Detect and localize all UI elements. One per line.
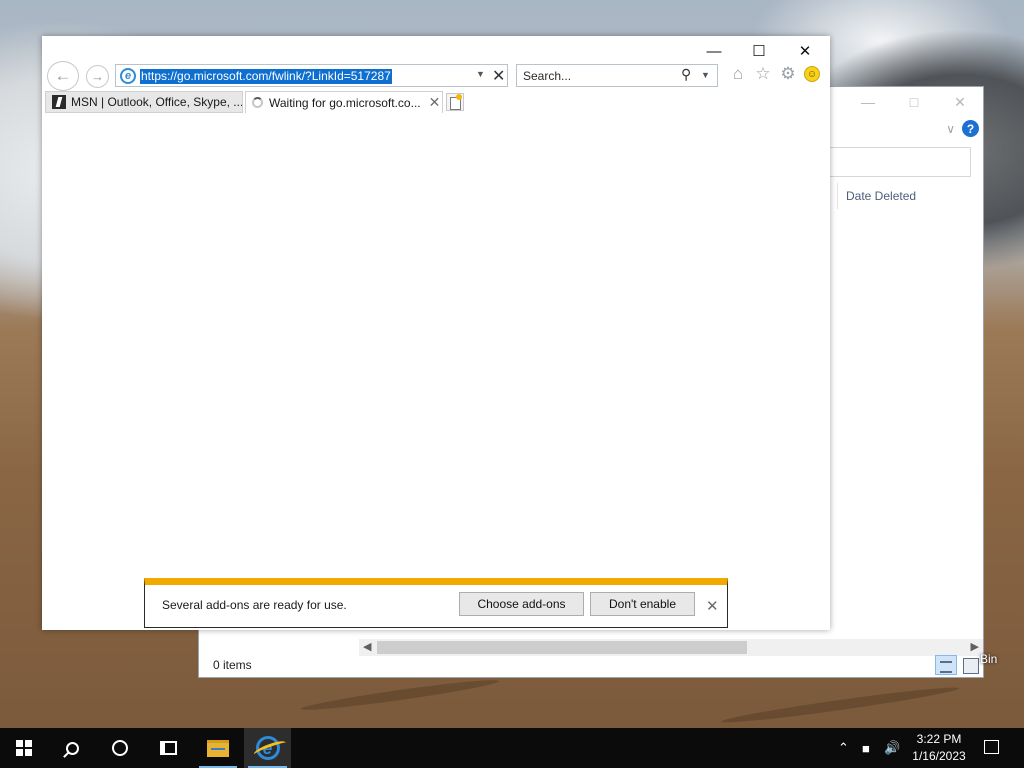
scroll-right-icon[interactable]: ▶ (971, 640, 979, 653)
home-icon[interactable]: ⌂ (727, 63, 749, 85)
wallpaper-detail (300, 676, 500, 714)
close-icon[interactable]: ✕ (937, 87, 983, 117)
new-tab-button[interactable] (446, 93, 464, 111)
internet-explorer-icon: e (255, 736, 280, 760)
folder-icon (207, 739, 229, 757)
file-explorer-taskbar-button[interactable] (195, 728, 241, 768)
close-tab-icon[interactable]: ✕ (429, 94, 441, 111)
search-placeholder[interactable]: Search... (523, 69, 571, 83)
clock[interactable]: 3:22 PM 1/16/2023 (906, 731, 972, 765)
details-view-icon[interactable] (935, 655, 957, 675)
maximize-icon[interactable]: □ (891, 87, 937, 117)
explorer-search-box[interactable] (829, 147, 971, 177)
volume-icon[interactable]: 🔊 (884, 728, 902, 768)
address-bar[interactable]: e https://go.microsoft.com/fwlink/?LinkI… (115, 64, 508, 87)
windows-logo-icon (16, 740, 32, 756)
choose-addons-button[interactable]: Choose add-ons (459, 592, 584, 616)
cortana-circle-icon (112, 740, 128, 756)
clock-time: 3:22 PM (916, 732, 962, 746)
page-content[interactable] (42, 113, 830, 630)
navigation-bar: ← → e https://go.microsoft.com/fwlink/?L… (42, 61, 830, 91)
search-icon[interactable]: ⚲ (681, 66, 691, 83)
tab-bar: MSN | Outlook, Office, Skype, ... Waitin… (42, 91, 830, 113)
column-header-date-deleted[interactable]: Date Deleted (837, 183, 977, 209)
gear-icon[interactable]: ⚙ (777, 63, 799, 85)
feedback-smiley-icon[interactable]: ☺ (804, 66, 820, 82)
show-hidden-icons-chevron-up-icon[interactable]: ⌃ (838, 728, 854, 768)
close-icon[interactable]: ✕ (706, 597, 719, 615)
addons-notification-bar: Several add-ons are ready for use. Choos… (144, 578, 728, 628)
internet-explorer-window[interactable]: — ☐ ✕ ← → e https://go.microsoft.com/fwl… (42, 36, 830, 630)
scroll-left-icon[interactable]: ◀ (363, 640, 371, 653)
msn-favicon-icon (52, 95, 66, 109)
start-button[interactable] (0, 728, 48, 768)
dont-enable-button[interactable]: Don't enable (590, 592, 695, 616)
tab-msn[interactable]: MSN | Outlook, Office, Skype, ... (45, 91, 243, 113)
large-icons-view-icon[interactable] (963, 658, 979, 674)
help-icon[interactable]: ? (962, 120, 979, 137)
loading-spinner-icon (252, 97, 263, 108)
favorites-star-icon[interactable]: ☆ (752, 63, 774, 85)
explorer-window-controls: — □ ✕ (845, 87, 983, 117)
back-button[interactable]: ← (47, 61, 79, 91)
address-dropdown-icon[interactable]: ▼ (476, 69, 485, 79)
stop-icon[interactable]: ✕ (492, 66, 505, 86)
search-dropdown-icon[interactable]: ▼ (701, 70, 710, 80)
ie-page-icon: e (120, 68, 136, 84)
cortana-button[interactable] (96, 728, 144, 768)
minimize-icon[interactable]: — (845, 87, 891, 117)
task-view-icon (159, 741, 177, 755)
taskbar: e ⌃ ■ 🔊 3:22 PM 1/16/2023 (0, 728, 1024, 768)
notification-message: Several add-ons are ready for use. (162, 598, 347, 612)
internet-explorer-taskbar-button[interactable]: e (244, 728, 291, 768)
chevron-down-icon[interactable]: ∨ (946, 122, 955, 136)
status-bar: 0 items (199, 653, 983, 677)
search-button[interactable] (48, 728, 96, 768)
tab-loading[interactable]: Waiting for go.microsoft.co... ✕ (245, 91, 443, 113)
task-view-button[interactable] (144, 728, 192, 768)
network-icon[interactable]: ■ (862, 728, 880, 768)
clock-date: 1/16/2023 (912, 749, 966, 763)
tab-label: Waiting for go.microsoft.co... (269, 95, 421, 110)
wallpaper-detail (720, 683, 960, 727)
recycle-bin-desktop-label[interactable]: Bin (980, 652, 997, 666)
action-center-icon[interactable] (984, 740, 999, 754)
search-box[interactable]: Search... ⚲ ▼ (516, 64, 718, 87)
forward-button[interactable]: → (86, 65, 109, 88)
item-count: 0 items (213, 658, 252, 672)
address-url[interactable]: https://go.microsoft.com/fwlink/?LinkId=… (140, 69, 392, 84)
search-icon (65, 741, 79, 755)
tab-label: MSN | Outlook, Office, Skype, ... (71, 95, 243, 109)
